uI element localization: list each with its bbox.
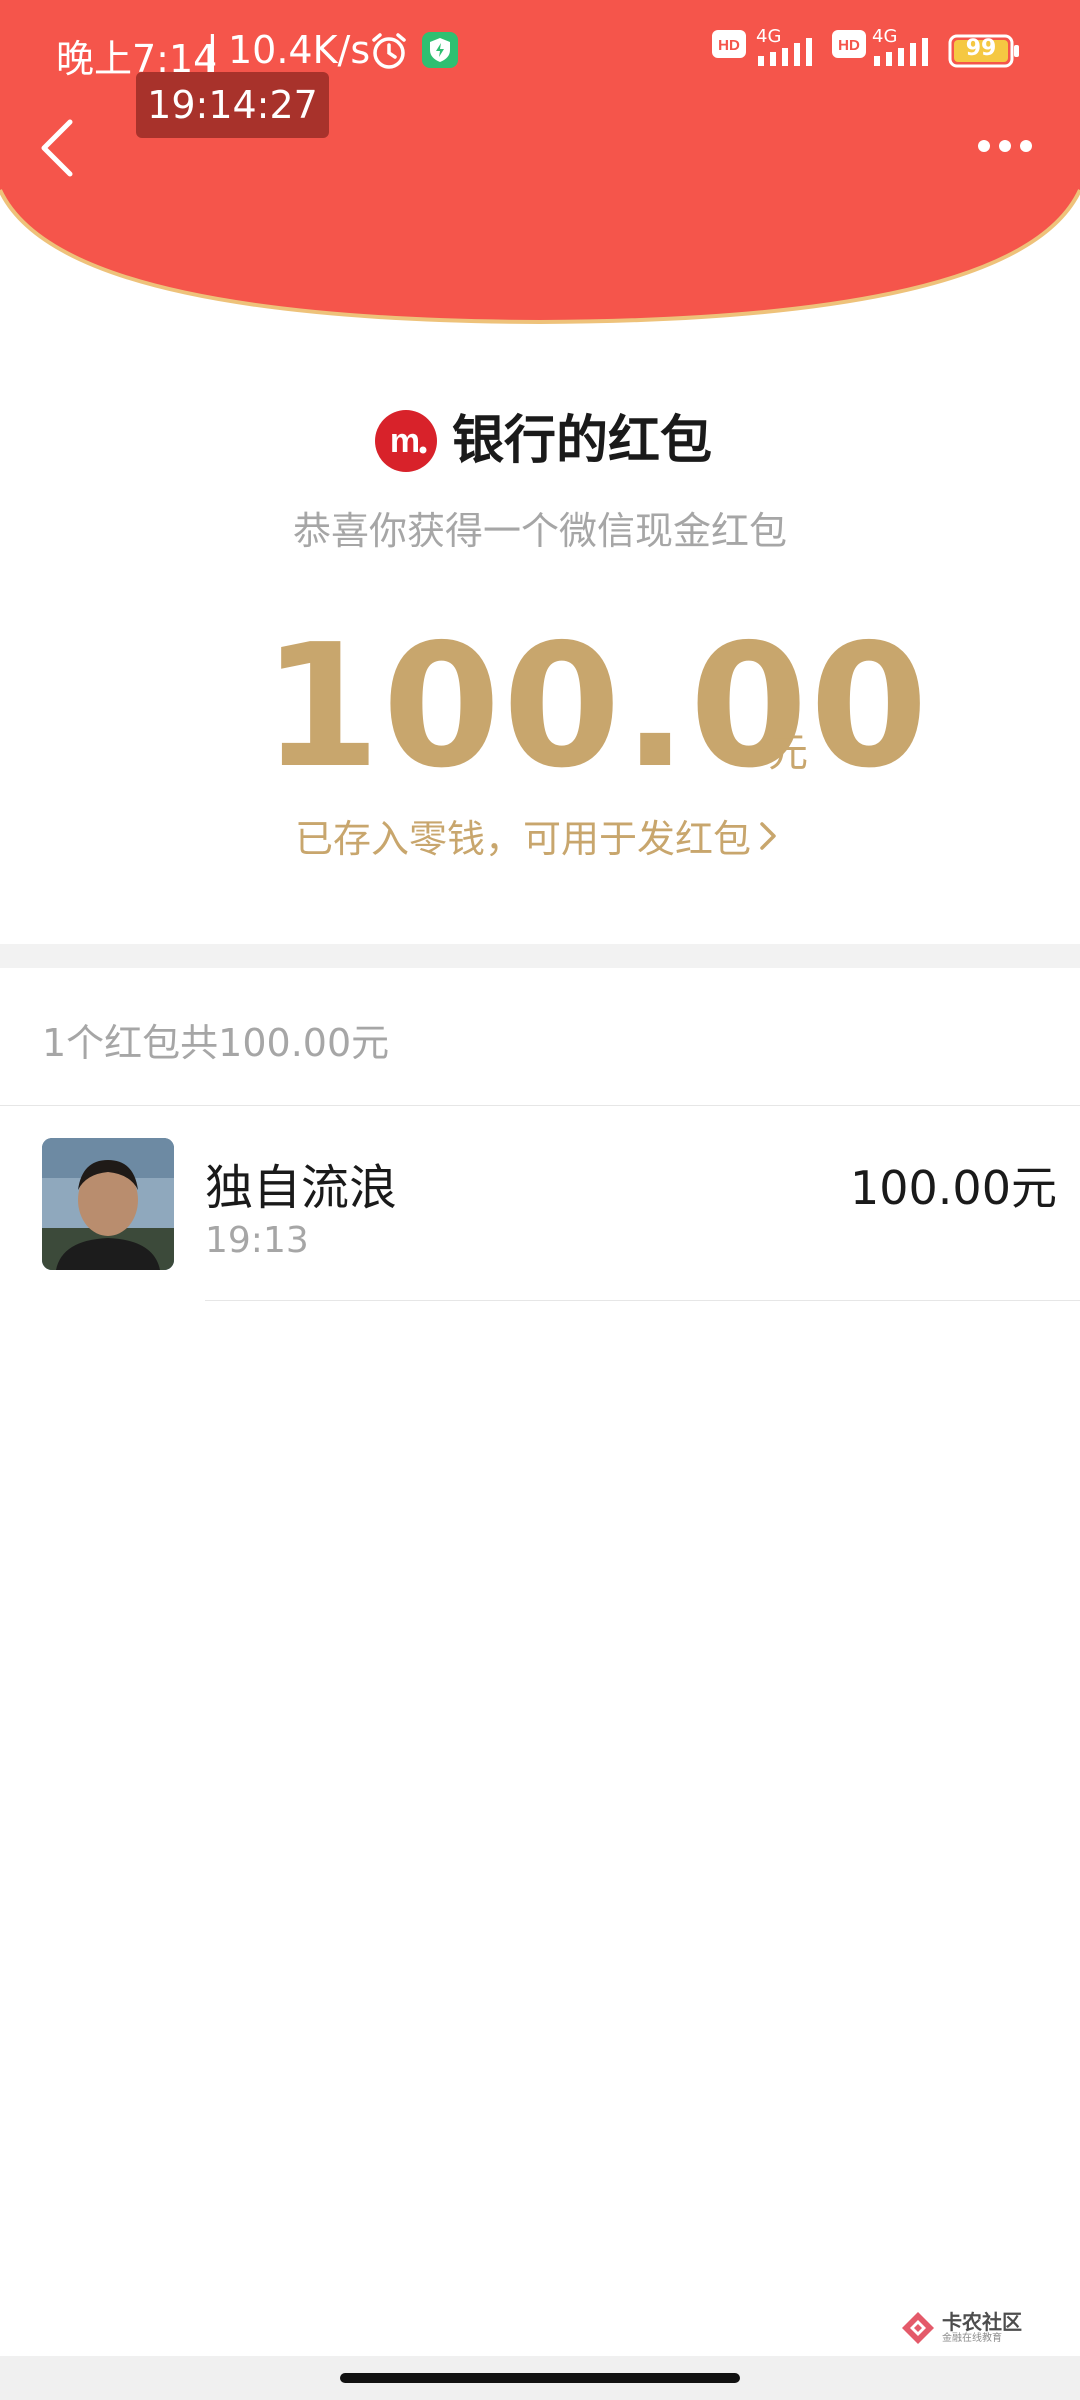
signal-strength-icon xyxy=(758,38,812,66)
alarm-icon xyxy=(372,33,406,69)
chevron-right-icon xyxy=(760,821,776,850)
saved-to-change-text: 已存入零钱，可用于发红包 xyxy=(295,817,752,861)
receiver-time: 19:13 xyxy=(205,1220,309,1261)
floating-clock: 19:14:27 xyxy=(136,72,329,138)
greeting-text: 恭喜你获得一个微信现金红包 xyxy=(292,509,787,553)
watermark-subtitle: 金融在线教育 xyxy=(942,2333,1002,2344)
battery-level: 99 xyxy=(965,36,997,61)
signal-strength-icon-2 xyxy=(874,38,928,66)
received-amount: 100.00 xyxy=(262,608,931,806)
svg-text:m: m xyxy=(390,422,420,460)
receiver-avatar[interactable] xyxy=(42,1138,174,1270)
svg-text:HD: HD xyxy=(838,37,860,54)
row-divider xyxy=(205,1300,1080,1301)
back-arrow-icon[interactable] xyxy=(24,108,94,186)
receiver-name: 独自流浪 xyxy=(205,1160,398,1216)
home-indicator[interactable] xyxy=(340,2373,740,2383)
divider-line xyxy=(0,1105,1080,1106)
network-speed: 10.4K/s xyxy=(228,28,371,72)
security-shield-icon xyxy=(422,32,458,68)
hd-icon-2: HD xyxy=(832,30,866,58)
watermark-logo-icon xyxy=(902,2312,934,2344)
receiver-amount: 100.00元 xyxy=(850,1161,1057,1215)
svg-text:HD: HD xyxy=(718,37,740,54)
hd-icon: HD xyxy=(712,30,746,58)
status-separator: | xyxy=(206,28,219,72)
section-divider xyxy=(0,944,1080,968)
amount-unit: 元 xyxy=(768,730,808,776)
watermark: 卡农社区 金融在线教育 xyxy=(900,2306,1022,2350)
saved-to-change-link[interactable]: 已存入零钱，可用于发红包 xyxy=(295,808,779,863)
packet-summary: 1个红包共100.00元 xyxy=(42,1021,390,1065)
sender-logo-icon: m xyxy=(375,410,437,472)
watermark-title: 卡农社区 xyxy=(942,2310,1022,2334)
sender-name: 银行的红包 xyxy=(452,411,713,471)
more-options-icon[interactable] xyxy=(960,118,1070,174)
